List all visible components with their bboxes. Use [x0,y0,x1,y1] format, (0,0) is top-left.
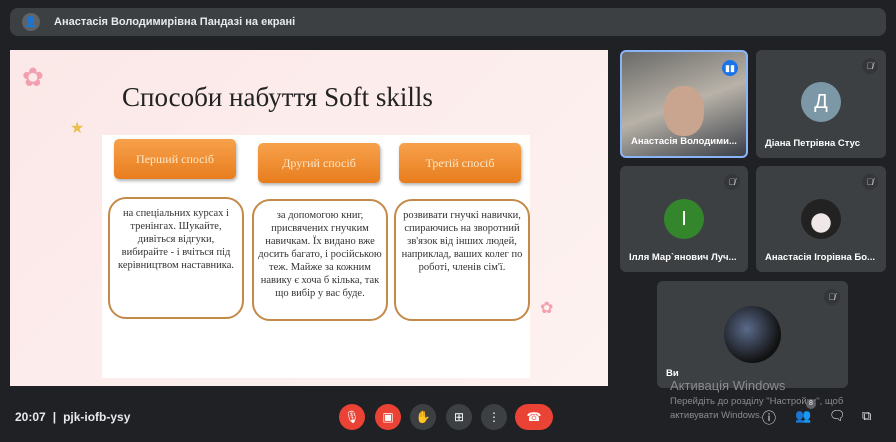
mic-off-button[interactable]: 🎙 [339,404,365,430]
self-tile[interactable]: 🎙̸ Ви [657,281,848,388]
participant-tile[interactable]: ▮▮ Анастасія Володими... [620,50,748,158]
info-icon[interactable]: ⓘ [762,408,776,428]
avatar [801,199,841,239]
method-text: за допомогою книг, присвячених гнучким н… [252,199,388,321]
method-header: Перший спосіб [114,139,236,179]
camera-off-button[interactable]: ▣ [375,404,401,430]
participant-name: Анастасія Ігорівна Бо... [765,252,875,263]
mic-off-icon: 🎙̸ [824,289,840,305]
participant-tile[interactable]: 🎙̸ Д Діана Петрівна Стус [756,50,886,158]
speaking-indicator-icon: ▮▮ [722,60,738,76]
avatar [724,306,781,363]
present-button[interactable]: ⊞ [446,404,472,430]
method-header: Другий спосіб [258,143,380,183]
presentation-slide: ✿ ★ ✿ Способи набуття Soft skills Перший… [10,50,608,386]
presenting-banner: 👤 Анастасія Володимирівна Пандазі на екр… [10,8,886,36]
windows-watermark-title: Активація Windows [670,378,786,393]
method-header: Третій спосіб [399,143,521,183]
end-call-button[interactable]: ☎ [515,404,553,430]
raise-hand-button[interactable]: ✋ [410,404,436,430]
participant-tile[interactable]: 🎙̸ І Ілля Мар`янович Луч... [620,166,748,272]
meeting-info: 20:07 | pjk-iofb-ysy [15,410,130,424]
slide-title: Способи набуття Soft skills [122,82,433,112]
slide-content-panel: Перший спосіб Другий спосіб Третій спосі… [102,135,530,378]
participant-video [664,86,704,136]
windows-watermark-line: активувати Windows. [670,410,763,421]
method-text: на спеціальних курсах і тренінгах. Шукай… [108,197,244,319]
separator: | [52,410,57,424]
meeting-code: pjk-iofb-ysy [63,410,131,424]
people-count-badge: 8 [806,399,816,409]
mic-off-icon: 🎙̸ [862,174,878,190]
mic-off-icon: 🎙̸ [862,58,878,74]
participant-name: Ілля Мар`янович Луч... [629,252,737,263]
windows-watermark-line: Перейдіть до розділу "Настройки", щоб [670,396,844,407]
chat-icon[interactable]: 🗨 [829,408,846,424]
flower-icon: ✿ [540,300,554,317]
more-options-button[interactable]: ⋮ [481,404,507,430]
participant-name: Анастасія Володими... [631,136,737,147]
clock: 20:07 [15,410,46,424]
presenting-text: Анастасія Володимирівна Пандазі на екран… [54,16,296,28]
participant-tile[interactable]: 🎙̸ Анастасія Ігорівна Бо... [756,166,886,272]
avatar: І [664,199,704,239]
participant-name: Діана Петрівна Стус [765,138,861,149]
presenter-avatar-icon: 👤 [22,13,40,31]
method-text: розвивати гнучкі навички, спираючись на … [394,199,530,321]
activities-icon[interactable]: ⧉ [862,408,871,424]
avatar: Д [801,82,841,122]
people-icon[interactable]: 👥 [795,408,811,424]
flower-icon: ✿ [22,62,44,92]
star-icon: ★ [70,120,85,137]
mic-off-icon: 🎙̸ [724,174,740,190]
